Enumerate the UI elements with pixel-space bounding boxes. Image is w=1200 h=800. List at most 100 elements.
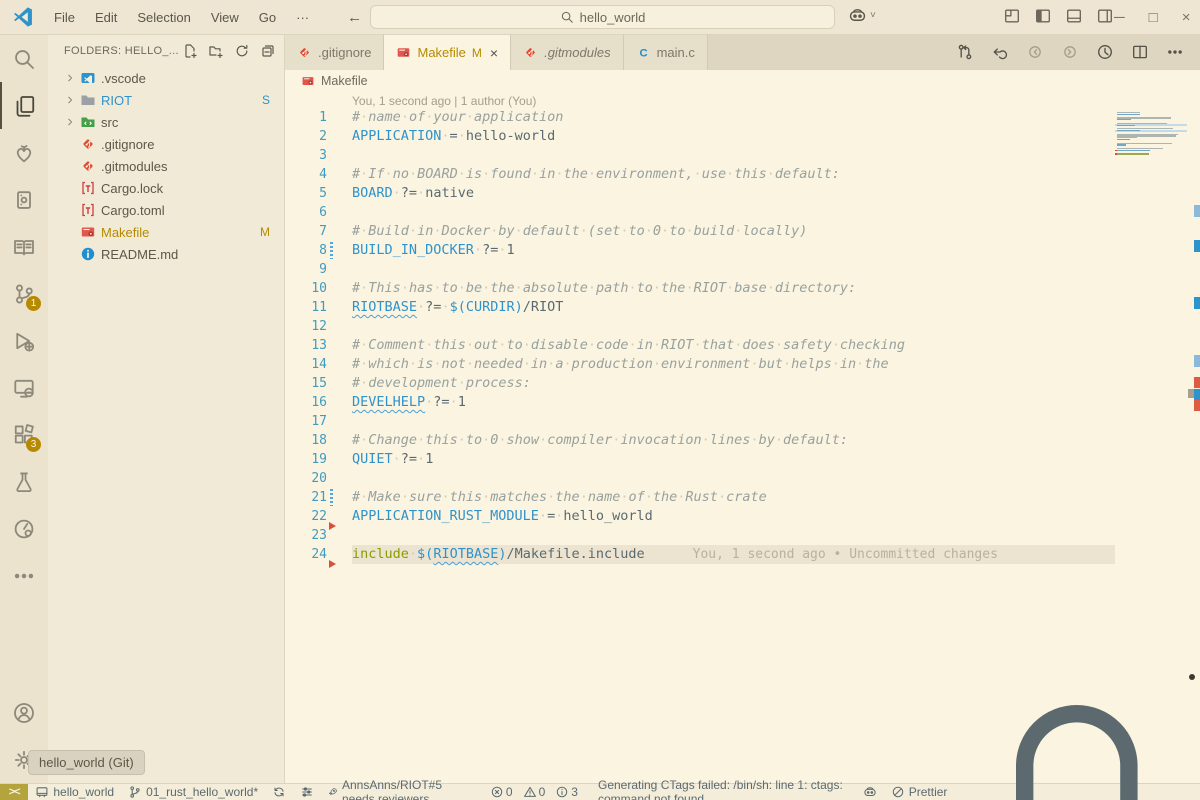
collapse-all-icon[interactable] [260, 43, 276, 59]
file-tree-item-gitignore[interactable]: .gitignore [48, 133, 284, 155]
code-line-14[interactable]: 14#·which·is·not·needed·in·a·production·… [285, 355, 1200, 374]
code-line-20[interactable]: 20 [285, 469, 1200, 488]
code-line-5[interactable]: 5BOARD·?=·native [285, 184, 1200, 203]
status-item-prettier-icon[interactable]: Prettier [884, 784, 955, 800]
breadcrumb[interactable]: Makefile [285, 70, 1200, 92]
remote-indicator[interactable]: >< [0, 784, 28, 800]
customize-layout-icon[interactable] [1003, 7, 1021, 25]
code-line-15[interactable]: 15#·development·process: [285, 374, 1200, 393]
code-line-17[interactable]: 17 [285, 412, 1200, 431]
code-text [352, 146, 1200, 165]
file-tree-item-RIOT[interactable]: RIOTS [48, 89, 284, 111]
code-line-23[interactable]: 23 [285, 526, 1200, 545]
code-line-1[interactable]: 1#·name·of·your·application [285, 108, 1200, 127]
go-back-arrow[interactable]: ← [347, 9, 362, 26]
file-tree-item-gitmodules[interactable]: .gitmodules [48, 155, 284, 177]
activity-testing-icon[interactable] [0, 458, 48, 505]
maximize-button[interactable]: □ [1149, 9, 1158, 26]
folders-section-title[interactable]: FOLDERS: HELLO_... [64, 45, 182, 57]
new-folder-icon[interactable] [208, 43, 224, 59]
code-line-21[interactable]: 21#·Make·sure·this·matches·the·name·of·t… [285, 488, 1200, 507]
tab-Makefile[interactable]: MakefileM× [384, 35, 511, 70]
status-item-01_rust_hello_world[interactable]: 01_rust_hello_world* [121, 784, 265, 800]
code-line-9[interactable]: 9 [285, 260, 1200, 279]
menu-selection[interactable]: Selection [127, 10, 200, 25]
menu-[interactable]: ··· [286, 10, 319, 25]
code-line-13[interactable]: 13#·Comment·this·out·to·disable·code·in·… [285, 336, 1200, 355]
git-compare-icon[interactable] [956, 43, 974, 61]
code-line-10[interactable]: 10#·This·has·to·be·the·absolute·path·to·… [285, 279, 1200, 298]
line-number: 12 [285, 319, 327, 334]
back-circle-icon[interactable] [991, 43, 1009, 61]
new-file-icon[interactable] [182, 43, 198, 59]
tab-gitmodules[interactable]: .gitmodules [511, 35, 623, 70]
activity-account-icon[interactable] [0, 689, 48, 736]
code-line-22[interactable]: 22APPLICATION_RUST_MODULE·=·hello_world [285, 507, 1200, 526]
status-item-bell-icon[interactable] [954, 784, 1200, 800]
ruler-mark [1194, 400, 1200, 411]
file-tree-item-Makefile[interactable]: MakefileM [48, 221, 284, 243]
code-line-7[interactable]: 7#·Build·in·Docker·by·default·(set·to·0·… [285, 222, 1200, 241]
code-line-3[interactable]: 3 [285, 146, 1200, 165]
activity-book-extension-icon[interactable] [0, 223, 48, 270]
file-tree-item-src[interactable]: src [48, 111, 284, 133]
problems-status[interactable]: 003 [483, 784, 591, 800]
activity-source-control-icon[interactable]: 1 [0, 270, 48, 317]
tab-gitignore[interactable]: .gitignore [285, 35, 384, 70]
menu-file[interactable]: File [44, 10, 85, 25]
close-button[interactable]: × [1182, 9, 1191, 26]
close-tab-icon[interactable]: × [490, 45, 498, 61]
status-item-Generating[interactable]: Generating CTags failed: /bin/sh: line 1… [591, 784, 856, 800]
minimize-button[interactable]: ─ [1114, 9, 1125, 26]
file-tree-item-vscode[interactable]: .vscode [48, 67, 284, 89]
status-item-hello_world[interactable]: hello_world [28, 784, 121, 800]
tab-label: .gitmodules [544, 45, 610, 60]
file-label: .gitmodules [101, 159, 284, 174]
code-line-18[interactable]: 18#·Change·this·to·0·show·compiler·invoc… [285, 431, 1200, 450]
prev-change-icon[interactable] [1026, 43, 1044, 61]
activity-search-icon[interactable] [0, 35, 48, 82]
status-item-copilot-icon[interactable] [856, 784, 884, 800]
tab-mainc[interactable]: Cmain.c [624, 35, 708, 70]
activity-extensions-icon[interactable]: 3 [0, 411, 48, 458]
code-line-4[interactable]: 4#·If·no·BOARD·is·found·in·the·environme… [285, 165, 1200, 184]
code-line-6[interactable]: 6 [285, 203, 1200, 222]
status-item-sync-icon[interactable] [265, 784, 293, 800]
code-line-2[interactable]: 2APPLICATION·=·hello-world [285, 127, 1200, 146]
activity-notebook-extension-icon[interactable] [0, 176, 48, 223]
activity-berry-extension-icon[interactable] [0, 129, 48, 176]
file-tree-item-Cargotoml[interactable]: Cargo.toml [48, 199, 284, 221]
activity-profiler-extension-icon[interactable] [0, 505, 48, 552]
refresh-icon[interactable] [234, 43, 250, 59]
code-line-12[interactable]: 12 [285, 317, 1200, 336]
copilot-menu[interactable]: ˅ [848, 6, 876, 25]
file-label: .gitignore [101, 137, 284, 152]
activity-run-debug-icon[interactable] [0, 317, 48, 364]
menu-view[interactable]: View [201, 10, 249, 25]
file-tree-item-Cargolock[interactable]: Cargo.lock [48, 177, 284, 199]
next-change-icon[interactable] [1061, 43, 1079, 61]
activity-explorer-icon[interactable] [0, 82, 48, 129]
code-line-8[interactable]: 8BUILD_IN_DOCKER·?=·1 [285, 241, 1200, 260]
code-line-24[interactable]: 24include·$(RIOTBASE)/Makefile.includeYo… [285, 545, 1200, 564]
activity-more-icon[interactable] [0, 552, 48, 599]
minimap[interactable] [1115, 112, 1187, 155]
file-tree-item-READMEmd[interactable]: README.md [48, 243, 284, 265]
status-item-tune-icon[interactable] [293, 784, 321, 800]
command-center-search[interactable]: hello_world [370, 5, 835, 29]
bell-icon [961, 676, 1193, 800]
code-line-11[interactable]: 11RIOTBASE·?=·$(CURDIR)/RIOT [285, 298, 1200, 317]
status-item-AnnsAnns[interactable]: AnnsAnns/RIOT#5 needs reviewers [321, 784, 483, 800]
toggle-panel-icon[interactable] [1065, 7, 1083, 25]
code-line-19[interactable]: 19QUIET·?=·1 [285, 450, 1200, 469]
split-editor-icon[interactable] [1131, 43, 1149, 61]
file-label: README.md [101, 247, 284, 262]
toggle-sidebar-icon[interactable] [1034, 7, 1052, 25]
menu-go[interactable]: Go [249, 10, 286, 25]
activity-remote-explorer-icon[interactable] [0, 364, 48, 411]
code-text: #·Make·sure·this·matches·the·name·of·the… [352, 488, 1200, 507]
code-line-16[interactable]: 16DEVELHELP·?=·1 [285, 393, 1200, 412]
run-menu-icon[interactable] [1096, 43, 1114, 61]
more-actions-icon[interactable] [1166, 43, 1184, 61]
menu-edit[interactable]: Edit [85, 10, 127, 25]
